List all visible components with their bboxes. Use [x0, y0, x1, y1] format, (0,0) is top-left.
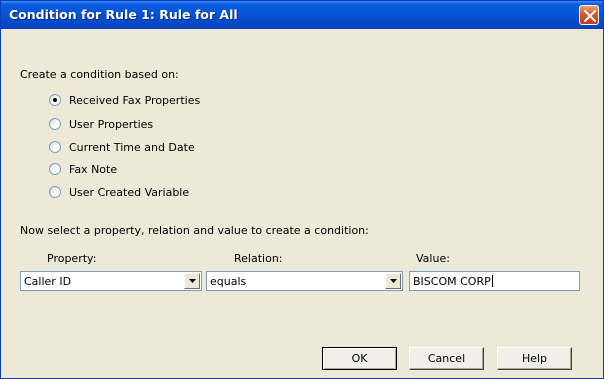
- radio-fax-note[interactable]: Fax Note: [49, 161, 117, 177]
- close-icon: [584, 10, 596, 22]
- window-title: Condition for Rule 1: Rule for All: [9, 7, 238, 22]
- ok-button[interactable]: OK: [322, 347, 397, 370]
- value-label: Value:: [416, 252, 450, 265]
- condition-source-heading: Create a condition based on:: [20, 68, 179, 81]
- cancel-button[interactable]: Cancel: [409, 347, 484, 370]
- chevron-down-icon: [189, 279, 196, 283]
- relation-label: Relation:: [234, 252, 283, 265]
- radio-button[interactable]: [49, 118, 61, 130]
- radio-label: Received Fax Properties: [69, 93, 201, 107]
- property-label: Property:: [47, 252, 97, 265]
- property-dropdown[interactable]: Caller ID: [20, 271, 202, 291]
- radio-received-fax-properties[interactable]: Received Fax Properties: [49, 92, 200, 108]
- radio-user-created-variable[interactable]: User Created Variable: [49, 184, 189, 200]
- relation-dropdown[interactable]: equals: [206, 271, 403, 291]
- chevron-down-icon: [390, 279, 397, 283]
- radio-button[interactable]: [49, 163, 61, 175]
- radio-label: User Properties: [69, 117, 154, 131]
- radio-user-properties[interactable]: User Properties: [49, 116, 153, 132]
- help-button[interactable]: Help: [497, 347, 572, 370]
- condition-builder-heading: Now select a property, relation and valu…: [20, 224, 369, 237]
- radio-current-time-and-date[interactable]: Current Time and Date: [49, 139, 195, 155]
- text-caret: [491, 275, 493, 287]
- radio-button[interactable]: [49, 94, 61, 106]
- radio-label: Fax Note: [69, 162, 118, 176]
- dialog-content: Create a condition based on: Received Fa…: [1, 29, 603, 378]
- title-bar[interactable]: Condition for Rule 1: Rule for All: [1, 1, 603, 29]
- dialog-window: Condition for Rule 1: Rule for All Creat…: [0, 0, 604, 379]
- property-dropdown-button[interactable]: [184, 273, 200, 289]
- relation-selected-value: equals: [210, 275, 247, 288]
- radio-button[interactable]: [49, 141, 61, 153]
- radio-label: Current Time and Date: [69, 140, 195, 154]
- property-selected-value: Caller ID: [24, 275, 72, 288]
- radio-button[interactable]: [49, 186, 61, 198]
- value-input-text: BISCOM CORP: [413, 275, 491, 288]
- value-input[interactable]: BISCOM CORP: [409, 271, 580, 291]
- relation-dropdown-button[interactable]: [385, 273, 401, 289]
- radio-label: User Created Variable: [69, 185, 190, 199]
- close-button[interactable]: [579, 5, 599, 25]
